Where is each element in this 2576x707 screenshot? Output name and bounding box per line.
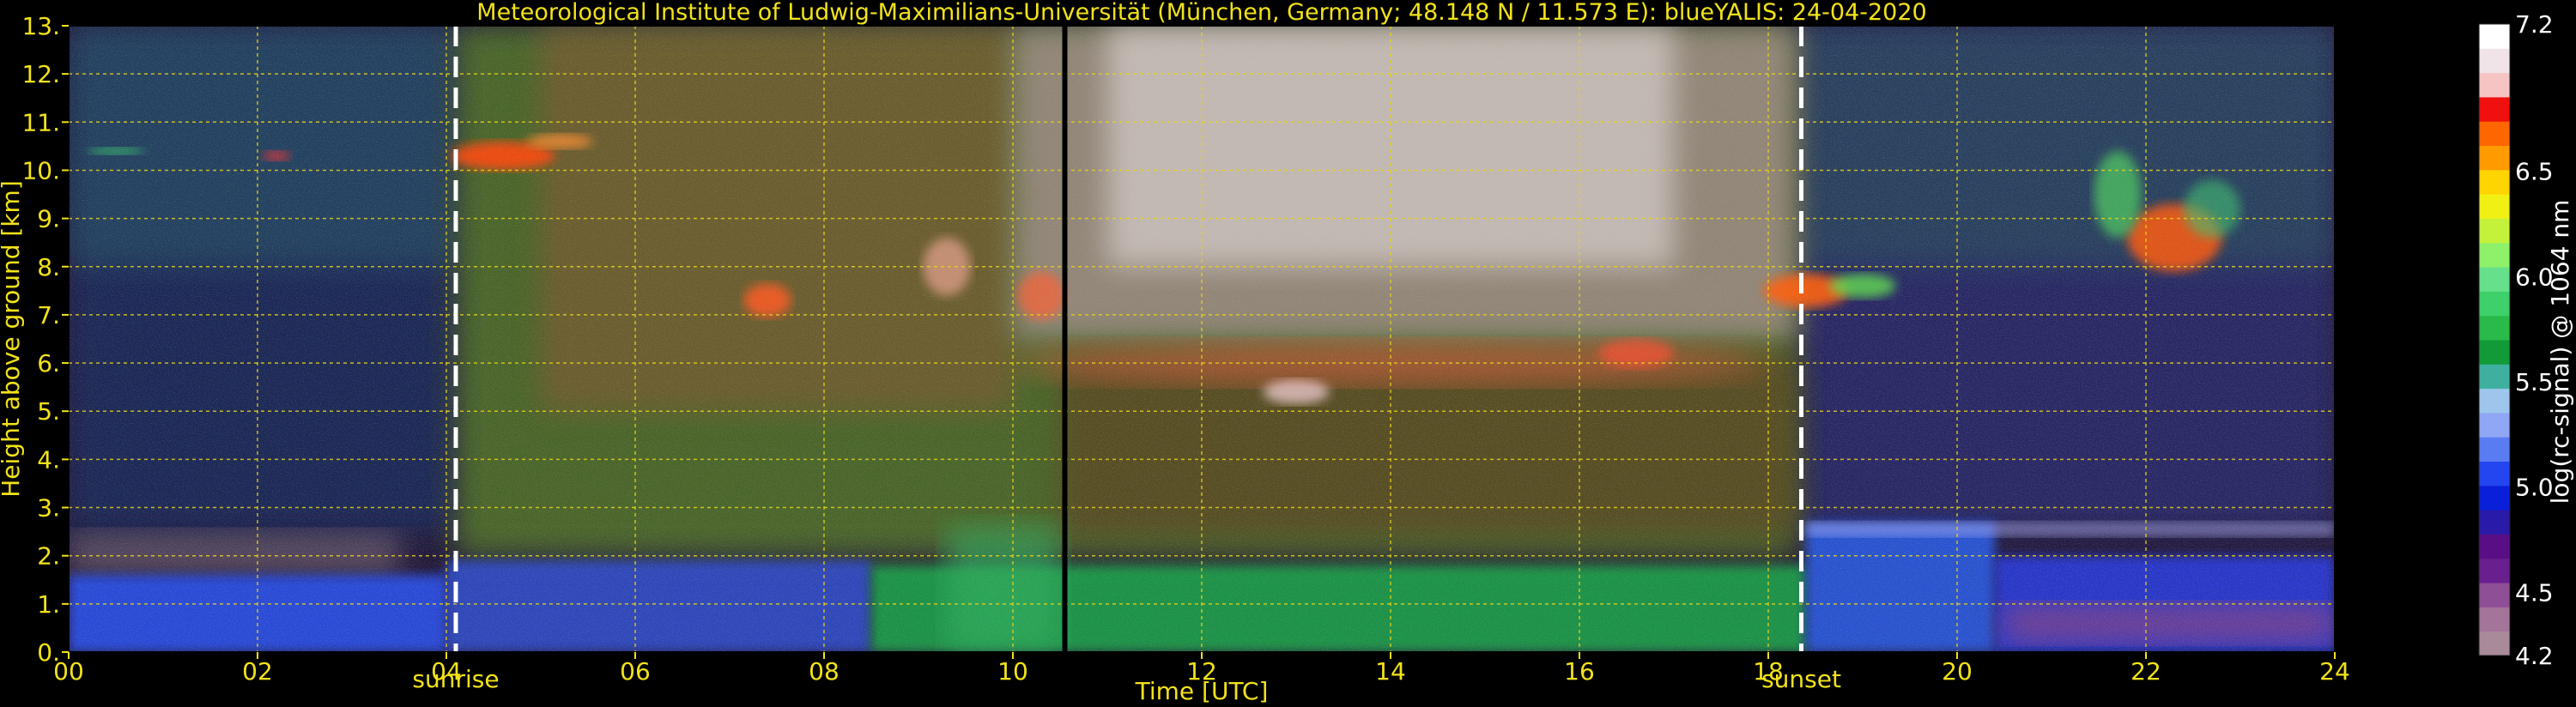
colorbar-segment — [2479, 218, 2510, 244]
colorbar-segment — [2479, 145, 2510, 171]
colorbar-segment — [2479, 121, 2510, 147]
y-tick-label: 9. — [37, 205, 60, 233]
y-tick-label: 10. — [21, 156, 60, 184]
colorbar-segment — [2479, 315, 2510, 341]
chart-title: Meteorological Institute of Ludwig-Maxim… — [476, 0, 1926, 26]
colorbar-segment — [2479, 461, 2510, 486]
x-axis-label: Time [UTC] — [1135, 677, 1269, 705]
y-tick-label: 2. — [37, 542, 60, 571]
x-tick-label: 18 — [1753, 657, 1784, 686]
colorbar-segment — [2479, 412, 2510, 438]
colorbar-tick-label: 6.5 — [2515, 158, 2554, 186]
colorbar-tick-label: 4.2 — [2515, 642, 2554, 670]
colorbar-segment — [2479, 291, 2510, 317]
colorbar-segment — [2479, 631, 2510, 656]
x-tick-label: 02 — [242, 657, 273, 686]
x-tick-label: 24 — [2319, 657, 2350, 686]
x-tick-label: 04 — [431, 657, 462, 686]
y-tick-label: 13. — [21, 12, 60, 40]
colorbar-segment — [2479, 583, 2510, 607]
y-tick-label: 3. — [37, 494, 60, 523]
colorbar-segment — [2479, 48, 2510, 74]
y-tick-label: 4. — [37, 445, 60, 474]
x-tick-label: 22 — [2131, 657, 2161, 686]
colorbar-segment — [2479, 558, 2510, 583]
colorbar-segment — [2479, 534, 2510, 559]
colorbar-segment — [2479, 510, 2510, 535]
y-axis-label: Height above ground [km] — [0, 180, 25, 498]
x-tick-label: 06 — [620, 657, 651, 686]
colorbar-label: log(rc-signal) @ 1064 nm — [2546, 200, 2574, 505]
colorbar: 7.26.56.05.55.04.54.2 — [2478, 10, 2554, 670]
colorbar-tick-label: 4.5 — [2515, 578, 2554, 607]
colorbar-segment — [2479, 242, 2510, 268]
colorbar-segment — [2479, 24, 2510, 49]
y-tick-label: 7. — [37, 301, 60, 329]
x-tick-label: 14 — [1375, 657, 1406, 686]
colorbar-segment — [2479, 96, 2510, 122]
colorbar-segment — [2479, 194, 2510, 219]
plot-area — [69, 26, 2335, 652]
y-tick-label: 11. — [21, 108, 60, 136]
colorbar-tick-label: 7.2 — [2515, 10, 2554, 39]
noise-texture — [69, 26, 2335, 652]
colorbar-segment — [2479, 485, 2510, 511]
lidar-chart: sunrise sunset 00 02 04 06 08 10 12 14 16 18 20 22 24… — [0, 0, 2574, 705]
colorbar-segment — [2479, 72, 2510, 98]
y-tick-label: 5. — [37, 397, 60, 426]
y-tick-label: 0. — [37, 638, 60, 667]
y-axis-ticks: 0. 1. 2. 3. 4. 5. 6. 7. 8. 9. 10. 11. 12. 13. — [21, 12, 69, 667]
colorbar-segment — [2479, 267, 2510, 292]
y-tick-label: 8. — [37, 253, 60, 281]
y-tick-label: 12. — [21, 60, 60, 88]
colorbar-segment — [2479, 169, 2510, 195]
colorbar-segment — [2479, 437, 2510, 462]
x-tick-label: 08 — [809, 657, 839, 686]
x-tick-label: 10 — [997, 657, 1028, 686]
x-tick-label: 16 — [1564, 657, 1595, 686]
colorbar-segment — [2479, 388, 2510, 414]
y-tick-label: 6. — [37, 349, 60, 378]
x-tick-label: 20 — [1942, 657, 1973, 686]
colorbar-segment — [2479, 364, 2510, 390]
y-tick-label: 1. — [37, 590, 60, 619]
colorbar-segment — [2479, 340, 2510, 365]
colorbar-segment — [2479, 607, 2510, 632]
